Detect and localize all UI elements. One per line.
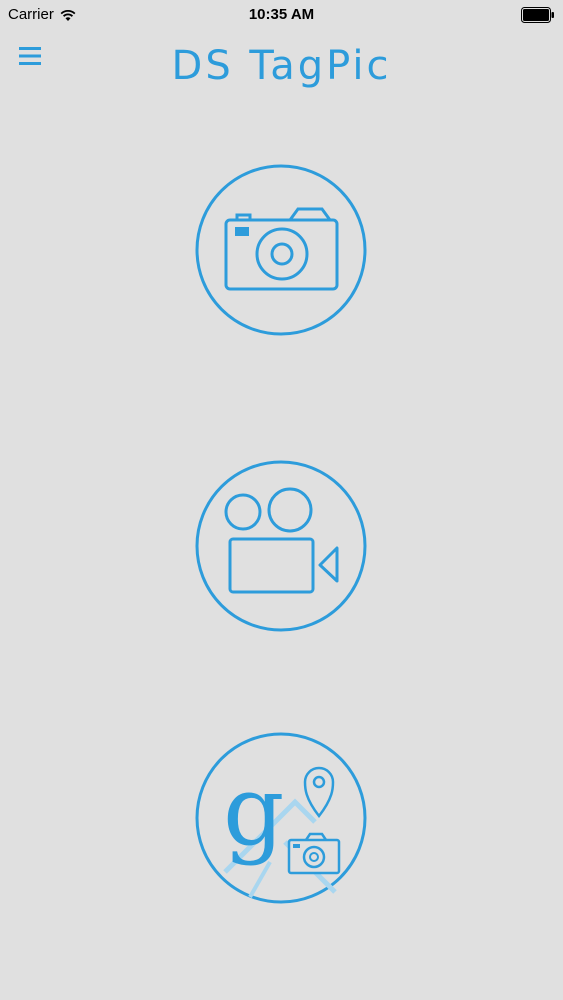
app-title: DS TagPic: [171, 43, 392, 89]
take-photo-button[interactable]: [195, 164, 367, 336]
camera-icon: [195, 164, 367, 336]
status-bar: Carrier 10:35 AM: [0, 0, 563, 30]
google-map-camera-icon: g: [195, 732, 367, 904]
video-camera-icon: [195, 460, 367, 632]
svg-text:g: g: [223, 755, 284, 867]
geotag-photo-button[interactable]: g: [195, 732, 367, 904]
battery-icon: [521, 7, 554, 23]
status-time: 10:35 AM: [248, 6, 315, 23]
record-video-button[interactable]: [195, 460, 367, 632]
